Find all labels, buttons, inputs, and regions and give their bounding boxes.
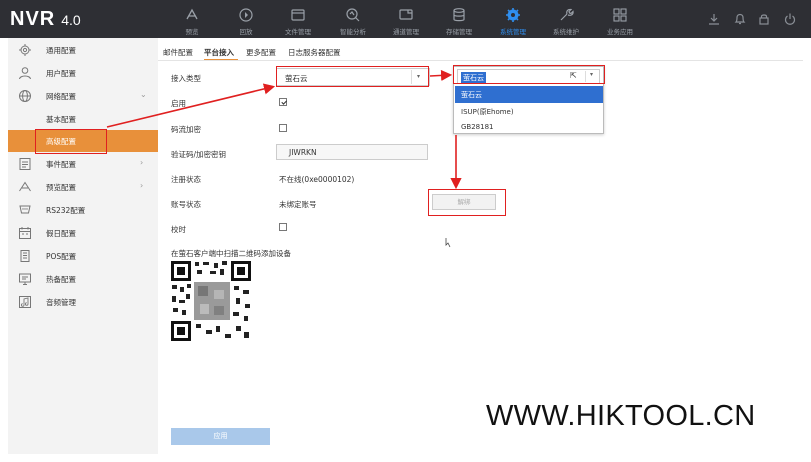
arrow-sidebar-to-select	[106, 83, 276, 128]
annotation-arrows	[106, 69, 462, 248]
watermark-text: WWW.HIKTOOL.CN	[486, 400, 756, 432]
arrow-select-to-dropdown	[429, 69, 453, 82]
mouse-pointer-icon	[445, 238, 451, 248]
